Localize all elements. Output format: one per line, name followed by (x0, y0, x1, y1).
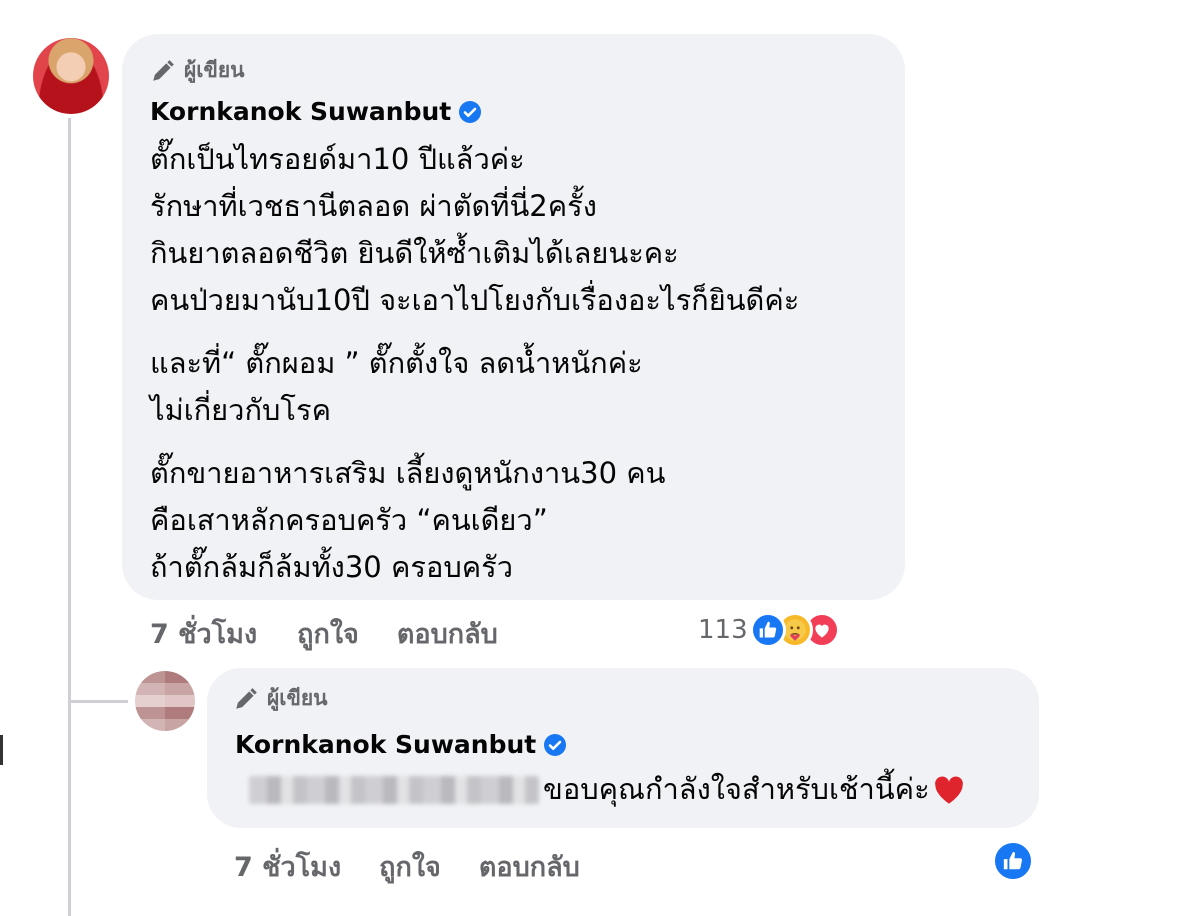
mentioned-user-blurred[interactable] (249, 775, 539, 804)
author-name-row: Kornkanok Suwanbut (150, 97, 482, 126)
verified-badge-icon (544, 733, 567, 756)
comment-line: กินยาตลอดชีวิต ยินดีให้ซ้ำเติมได้เลยนะคะ (150, 236, 679, 270)
author-badge: ผู้เขียน (150, 54, 245, 87)
comment-actions: 7 ชั่วโมง ถูกใจ ตอบกลับ (150, 612, 498, 655)
comment-line: ตั๊กขายอาหารเสริม เลี้ยงดูหนักงาน30 คน (150, 456, 666, 490)
author-name-row: Kornkanok Suwanbut (235, 730, 567, 759)
comment-line: คือเสาหลักครอบครัว “คนเดียว” (150, 503, 548, 537)
heart-emoji (932, 775, 966, 805)
reply-text: ขอบคุณกำลังใจสำหรับเช้านี้ค่ะ (249, 766, 966, 813)
like-button[interactable]: ถูกใจ (297, 612, 359, 655)
comment-line: ถ้าตั๊กล้มก็ล้มทั้ง30 ครอบครัว (150, 550, 514, 584)
timestamp-link[interactable]: 7 ชั่วโมง (234, 845, 341, 888)
verified-badge-icon (459, 100, 482, 123)
comment-text: ตั๊กเป็นไทรอยด์มา10 ปีแล้วค่ะ รักษาที่เว… (150, 136, 799, 591)
author-badge-label: ผู้เขียน (267, 686, 328, 710)
comment-bubble: ผู้เขียน Kornkanok Suwanbut ตั๊กเป็นไทรอ… (122, 34, 905, 600)
avatar[interactable] (33, 38, 109, 114)
comment-line: คนป่วยมานับ10ปี จะเอาไปโยงกับเรื่องอะไรก… (150, 283, 800, 317)
author-badge-label: ผู้เขียน (184, 58, 245, 82)
reply-reaction-summary[interactable] (992, 840, 1034, 882)
reply-bubble: ผู้เขียน Kornkanok Suwanbut ขอบคุณกำลังใ… (207, 668, 1039, 828)
thread-line-branch (68, 700, 128, 703)
author-name[interactable]: Kornkanok Suwanbut (235, 730, 536, 759)
window-edge-marker (0, 735, 3, 765)
comment-line: รักษาที่เวชธานีตลอด ผ่าตัดที่นี่2ครั้ง (150, 189, 597, 223)
reply-avatar[interactable] (135, 671, 195, 731)
comment-line: และที่“ ตั๊กผอม ” ตั๊กตั้งใจ ลดน้ำหนักค่… (150, 346, 643, 380)
reply-button[interactable]: ตอบกลับ (397, 612, 498, 655)
author-badge: ผู้เขียน (233, 682, 328, 715)
pencil-icon (236, 687, 257, 709)
pencil-icon (153, 59, 174, 81)
like-icon (749, 612, 786, 648)
reaction-count: 113 (698, 615, 748, 645)
reply-actions: 7 ชั่วโมง ถูกใจ ตอบกลับ (234, 845, 580, 888)
thread-line-vertical (68, 118, 71, 916)
comment-line: ไม่เกี่ยวกับโรค (150, 393, 331, 427)
reply-text-content: ขอบคุณกำลังใจสำหรับเช้านี้ค่ะ (543, 772, 930, 806)
reply-button[interactable]: ตอบกลับ (479, 845, 580, 888)
comment-line: ตั๊กเป็นไทรอยด์มา10 ปีแล้วค่ะ (150, 142, 525, 176)
like-button[interactable]: ถูกใจ (379, 845, 441, 888)
author-name[interactable]: Kornkanok Suwanbut (150, 97, 451, 126)
timestamp-link[interactable]: 7 ชั่วโมง (150, 612, 257, 655)
like-icon (992, 840, 1034, 882)
reaction-summary[interactable]: 113 (698, 612, 840, 648)
